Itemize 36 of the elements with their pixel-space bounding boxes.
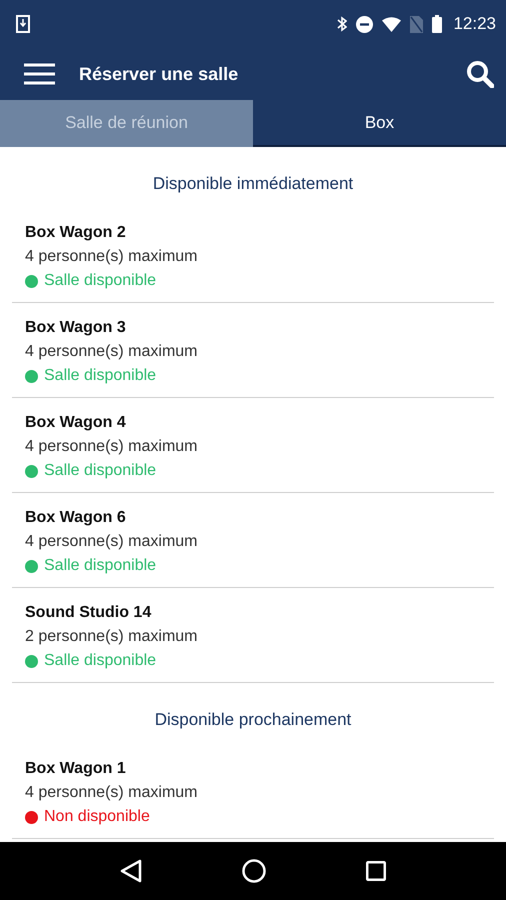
status-time: 12:23 — [453, 14, 496, 34]
download-notification-icon — [16, 15, 30, 33]
room-status: Salle disponible — [44, 366, 156, 386]
do-not-disturb-icon — [356, 16, 374, 32]
room-item[interactable]: Box Wagon 1 4 personne(s) maximum Non disponible — [12, 744, 494, 839]
room-capacity: 4 personne(s) maximum — [25, 437, 198, 457]
room-item[interactable]: Box Wagon 2 4 personne(s) maximum Salle disponible — [12, 208, 494, 303]
room-status: Salle disponible — [44, 461, 156, 481]
menu-icon[interactable] — [24, 63, 55, 85]
room-name: Box Wagon 3 — [25, 318, 127, 338]
battery-icon — [432, 15, 442, 33]
room-name: Sound Studio 14 — [25, 603, 152, 623]
room-item[interactable]: Box Wagon 4 4 personne(s) maximum Salle disponible — [12, 398, 494, 493]
room-capacity: 4 personne(s) maximum — [25, 342, 198, 362]
room-capacity: 4 personne(s) maximum — [25, 783, 198, 803]
room-name: Box Wagon 6 — [25, 508, 127, 528]
app-title: Réserver une salle — [79, 64, 240, 84]
room-capacity: 4 personne(s) maximum — [25, 247, 198, 267]
room-item[interactable]: Box Wagon 6 4 personne(s) maximum Salle disponible — [12, 493, 494, 588]
no-sim-icon — [410, 16, 424, 32]
bluetooth-icon — [337, 16, 348, 32]
section-heading: Disponible prochainement — [154, 709, 352, 731]
room-capacity: 2 personne(s) maximum — [25, 627, 198, 647]
room-item[interactable]: Sound Studio 14 2 personne(s) maximum Salle disponible — [12, 588, 494, 683]
room-capacity: 4 personne(s) maximum — [25, 532, 198, 552]
wifi-icon — [382, 16, 402, 32]
room-status: Non disponible — [44, 807, 150, 827]
room-status: Salle disponible — [44, 651, 156, 671]
room-name: Box Wagon 2 — [25, 223, 127, 243]
room-status: Salle disponible — [44, 271, 156, 291]
room-item[interactable]: Box Wagon 3 4 personne(s) maximum Salle disponible — [12, 303, 494, 398]
room-name: Box Wagon 1 — [25, 759, 127, 779]
search-icon[interactable] — [466, 60, 494, 88]
room-name: Box Wagon 4 — [25, 413, 127, 433]
room-status: Salle disponible — [44, 556, 156, 576]
section-heading: Disponible immédiatement — [152, 173, 354, 195]
